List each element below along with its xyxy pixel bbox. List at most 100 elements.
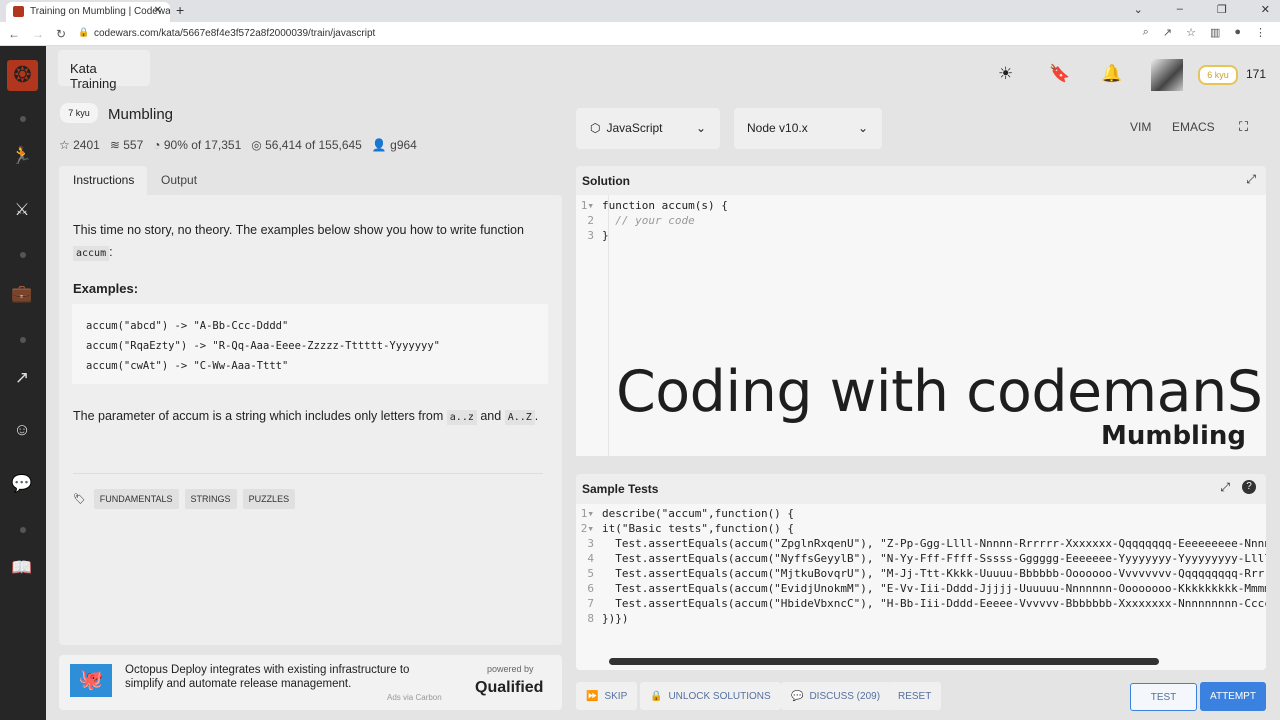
divider xyxy=(73,473,543,474)
profile-icon[interactable]: ● xyxy=(1234,26,1241,39)
satisfaction-stat: ◔ 90% of 17,351 xyxy=(153,138,242,152)
tab-output[interactable]: Output xyxy=(161,173,197,187)
chevron-down-icon: ⌄ xyxy=(857,121,868,135)
theme-toggle-icon[interactable]: ☀ xyxy=(998,64,1013,84)
reload-icon[interactable]: ↻ xyxy=(56,27,66,41)
sidebar-jobs-icon[interactable]: 💼 xyxy=(11,284,33,304)
ad-text[interactable]: Octopus Deploy integrates with existing … xyxy=(125,663,425,691)
sidebar-chat-icon[interactable]: 💬 xyxy=(11,474,33,494)
url-field[interactable]: codewars.com/kata/5667e8f4e3f572a8f20000… xyxy=(94,28,375,39)
forward-icon[interactable]: → xyxy=(32,27,44,41)
octopus-logo-icon: 🐙 xyxy=(70,664,112,697)
minimize-icon[interactable]: – xyxy=(1177,3,1183,16)
examples-heading: Examples: xyxy=(73,281,139,296)
unlock-solutions-button[interactable]: 🔒 UNLOCK SOLUTIONS xyxy=(640,682,781,710)
example-line: accum("abcd") -> "A-Bb-Ccc-Dddd" xyxy=(86,320,289,332)
ad-via[interactable]: Ads via Carbon xyxy=(387,693,442,702)
stars-stat[interactable]: ☆ 2401 xyxy=(59,138,100,152)
sidebar-leaderboard-icon[interactable]: ↗ xyxy=(11,368,33,388)
fast-forward-icon: ⏩ xyxy=(586,690,599,702)
new-tab-button[interactable]: + xyxy=(176,2,184,18)
target-icon: ◎ xyxy=(251,138,262,152)
honor-score: 171 xyxy=(1246,67,1267,81)
lock-icon: 🔒 xyxy=(78,27,90,37)
close-tab-icon[interactable]: ✕ xyxy=(154,5,162,16)
discuss-button[interactable]: 💬 DISCUSS (209) xyxy=(781,682,891,710)
kata-stats: ☆ 2401 ≋ 557 ◔ 90% of 17,351 ◎ 56,414 of… xyxy=(59,138,417,152)
description-intro: This time no story, no theory. The examp… xyxy=(73,223,524,261)
sidebar-kumite-icon[interactable]: ⚔ xyxy=(11,200,33,220)
tab-search-icon[interactable]: ⌄ xyxy=(1134,3,1143,16)
user-icon: 👤 xyxy=(371,138,387,152)
author-stat[interactable]: 👤 g964 xyxy=(372,138,417,152)
sidebar-dot xyxy=(20,252,26,258)
tests-editor[interactable]: 1▾ describe("accum",function() { 2▾ it("Ba… xyxy=(576,504,1266,670)
examples-code-block: accum("abcd") -> "A-Bb-Ccc-Dddd" accum("… xyxy=(72,304,548,384)
back-icon[interactable]: ← xyxy=(8,27,20,41)
tab-instructions[interactable]: Instructions xyxy=(59,166,147,195)
address-bar: ← → ↻ 🔒 codewars.com/kata/5667e8f4e3f572a8f… xyxy=(0,22,1280,46)
instructions-panel: This time no story, no theory. The examp… xyxy=(59,195,562,645)
sidepanel-icon[interactable]: ▥ xyxy=(1210,26,1220,39)
horizontal-scrollbar[interactable] xyxy=(609,658,1159,665)
eye-icon: ◔ xyxy=(153,138,161,152)
kata-title: Mumbling xyxy=(108,106,174,123)
sidebar-docs-icon[interactable]: 📖 xyxy=(11,558,33,578)
tags: 🏷 FUNDAMENTALS STRINGS PUZZLES xyxy=(73,489,301,509)
solution-editor[interactable]: 1▾ function accum(s) { 2 // your code 3} … xyxy=(576,195,1266,456)
browser-tab[interactable]: Training on Mumbling | Codewars ✕ xyxy=(6,2,170,22)
bookmark-star-icon[interactable]: ☆ xyxy=(1186,26,1196,39)
expand-icon[interactable]: ⤢ xyxy=(1246,172,1256,187)
tab-title: Training on Mumbling | Codewars xyxy=(30,6,170,17)
sidebar-dot xyxy=(20,116,26,122)
reset-button[interactable]: RESET xyxy=(888,682,942,710)
collections-stat: ≋ 557 xyxy=(109,138,144,152)
vim-mode-button[interactable]: VIM xyxy=(1130,120,1151,134)
emacs-mode-button[interactable]: EMACS xyxy=(1172,120,1215,134)
sidebar-practice-icon[interactable]: 🏃 xyxy=(11,146,33,166)
user-rank-badge: 6 kyu xyxy=(1198,65,1238,85)
tag-icon: 🏷 xyxy=(73,493,86,505)
notifications-bell-icon[interactable]: 🔔 xyxy=(1101,64,1122,84)
section-title: Kata Training xyxy=(58,50,150,91)
watermark-title: Coding with codemanS xyxy=(616,359,1263,425)
help-icon[interactable]: ? xyxy=(1242,480,1256,494)
example-line: accum("cwAt") -> "C-Ww-Aaa-Tttt" xyxy=(86,360,289,372)
language-select[interactable]: ⬡ JavaScript ⌄ xyxy=(576,108,720,149)
qualified-logo[interactable]: Qualified xyxy=(475,679,543,697)
user-avatar[interactable] xyxy=(1151,59,1183,91)
chevron-down-icon: ⌄ xyxy=(695,121,706,135)
sidebar-dot xyxy=(20,337,26,343)
solution-panel: Solution ⤢ 1▾ function accum(s) { 2 // yo… xyxy=(576,166,1266,456)
example-line: accum("RqaEzty") -> "R-Qq-Aaa-Eeee-Zzzzz… xyxy=(86,340,441,352)
expand-icon[interactable]: ⤢ xyxy=(1220,480,1230,495)
tag-strings[interactable]: STRINGS xyxy=(184,489,237,509)
runtime-select[interactable]: Node v10.x ⌄ xyxy=(734,108,882,149)
attempt-button[interactable]: ATTEMPT xyxy=(1200,682,1266,711)
window-controls: ⌄ – ❐ ✕ xyxy=(1134,3,1270,16)
restore-icon[interactable]: ❐ xyxy=(1217,3,1227,16)
skip-button[interactable]: ⏩ SKIP xyxy=(576,682,638,710)
tag-fundamentals[interactable]: FUNDAMENTALS xyxy=(93,489,179,509)
carbon-ad[interactable]: 🐙 Octopus Deploy integrates with existin… xyxy=(59,655,562,710)
test-button[interactable]: TEST xyxy=(1130,683,1197,711)
close-window-icon[interactable]: ✕ xyxy=(1261,3,1270,16)
param-description: The parameter of accum is a string which… xyxy=(73,409,539,425)
zoom-icon[interactable]: ⌕ xyxy=(1143,26,1149,39)
codewars-logo-icon[interactable]: ❂ xyxy=(7,60,38,91)
sidebar-dot xyxy=(20,527,26,533)
lock-icon: 🔒 xyxy=(650,690,663,702)
kata-rank-badge: 7 kyu xyxy=(60,103,98,123)
layers-icon: ≋ xyxy=(109,138,120,152)
bookmarks-icon[interactable]: 🔖 xyxy=(1049,64,1070,84)
share-icon[interactable]: ↗ xyxy=(1163,26,1172,39)
chat-icon: 💬 xyxy=(791,690,804,702)
completed-stat: ◎ 56,414 of 155,645 xyxy=(251,138,362,152)
fullscreen-icon[interactable]: ⛶ xyxy=(1239,119,1248,135)
codewars-favicon-icon xyxy=(13,6,24,17)
js-icon: ⬡ xyxy=(590,121,601,135)
menu-icon[interactable]: ⋮ xyxy=(1255,26,1266,39)
powered-by: powered by xyxy=(487,664,534,674)
tag-puzzles[interactable]: PUZZLES xyxy=(242,489,296,509)
sidebar-discord-icon[interactable]: ☺ xyxy=(11,420,33,440)
